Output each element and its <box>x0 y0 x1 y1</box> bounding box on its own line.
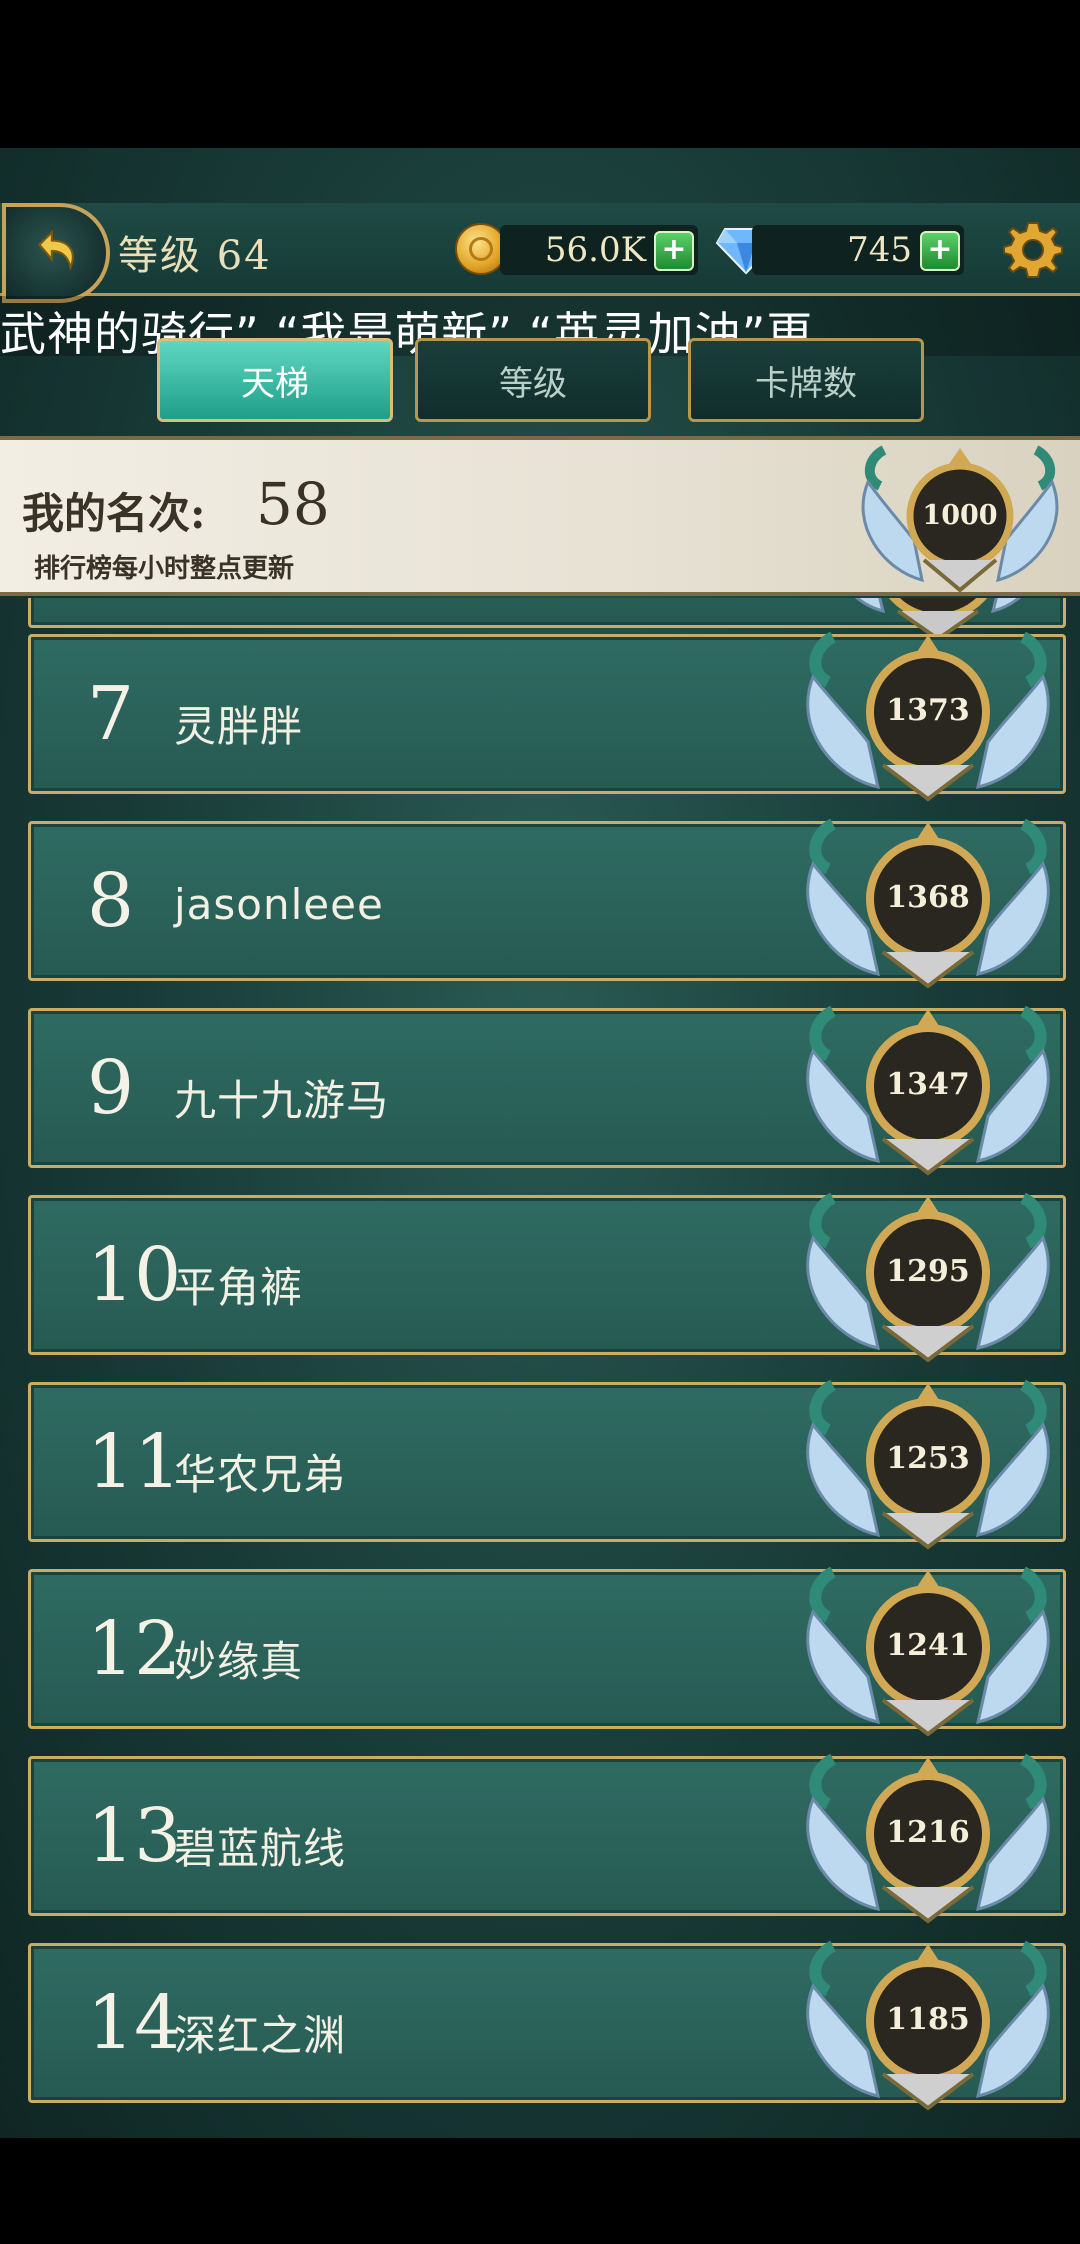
rating-score: 1253 <box>886 1441 970 1476</box>
tab-ladder[interactable]: 天梯 <box>157 338 393 422</box>
rank-badge: 1368 <box>793 814 1063 994</box>
player-level: 等级 64 <box>118 233 272 279</box>
rank-number: 14 <box>87 1980 182 2066</box>
player-name: 妙缘真 <box>174 1637 304 1686</box>
rating-score: 1185 <box>886 2002 970 2037</box>
table-row[interactable]: 8 jasonleee 1368 <box>28 818 1066 989</box>
tab-level[interactable]: 等级 <box>415 338 651 422</box>
table-row[interactable]: 13 碧蓝航线 1216 <box>28 1753 1066 1924</box>
rank-badge: 1373 <box>793 627 1063 807</box>
rank-badge: 1185 <box>793 1936 1063 2116</box>
rank-number: 11 <box>87 1419 182 1505</box>
rank-badge: 1241 <box>793 1562 1063 1742</box>
rating-score: 1347 <box>886 1067 970 1102</box>
table-row[interactable]: 9 九十九游马 1347 <box>28 1005 1066 1176</box>
player-name: jasonleee <box>174 880 384 929</box>
add-coins-button[interactable]: + <box>654 231 694 271</box>
update-note: 排行榜每小时整点更新 <box>34 554 295 584</box>
rank-number: 8 <box>87 858 135 944</box>
my-rating-score: 1000 <box>922 500 998 531</box>
rank-badge: 1347 <box>793 1001 1063 1181</box>
rank-badge: 1295 <box>793 1188 1063 1368</box>
back-button[interactable] <box>2 203 110 303</box>
player-name: 平角裤 <box>174 1263 304 1312</box>
player-name: 灵胖胖 <box>174 702 304 751</box>
rating-score: 1295 <box>886 1254 970 1289</box>
my-rank-label: 我的名次: <box>22 489 206 538</box>
navigation-bar-area <box>0 2138 1080 2244</box>
rating-score: 1368 <box>886 880 970 915</box>
rank-number: 7 <box>87 671 135 757</box>
my-rank-value: 58 <box>256 470 330 538</box>
add-gems-button[interactable]: + <box>920 231 960 271</box>
rank-number: 12 <box>87 1606 182 1692</box>
status-bar-area <box>0 0 1080 148</box>
my-rank-panel: 我的名次: 58 排行榜每小时整点更新 1000 <box>0 436 1080 596</box>
table-row[interactable] <box>28 598 1066 642</box>
player-name: 九十九游马 <box>174 1076 390 1125</box>
player-name: 深红之渊 <box>174 2011 347 2060</box>
rating-score: 1241 <box>886 1628 970 1663</box>
table-row[interactable]: 10 平角裤 1295 <box>28 1192 1066 1363</box>
tab-card-count[interactable]: 卡牌数 <box>688 338 924 422</box>
rank-number: 10 <box>87 1232 182 1318</box>
rating-score: 1373 <box>886 693 970 728</box>
table-row[interactable]: 14 深红之渊 1185 <box>28 1940 1066 2111</box>
rank-number: 9 <box>87 1045 135 1131</box>
table-row[interactable]: 7 灵胖胖 1373 <box>28 631 1066 802</box>
leaderboard-list[interactable]: 7 灵胖胖 1373 8 jasonleee 1368 9 九十九游马 1347… <box>0 598 1080 2138</box>
my-rank-badge: 1000 <box>850 440 1070 600</box>
rank-badge: 1216 <box>793 1749 1063 1929</box>
rank-badge: 1253 <box>793 1375 1063 1555</box>
rating-score: 1216 <box>886 1815 970 1850</box>
gear-icon[interactable] <box>1000 217 1066 283</box>
leaderboard-screen: 等级 64 56.0K + 745 + 武神的骑行” “我是萌新” “英灵加油”… <box>0 148 1080 2138</box>
table-row[interactable]: 12 妙缘真 1241 <box>28 1566 1066 1737</box>
rank-number: 13 <box>87 1793 182 1879</box>
back-arrow-icon <box>38 229 74 271</box>
player-name: 碧蓝航线 <box>174 1824 347 1873</box>
player-name: 华农兄弟 <box>174 1450 347 1499</box>
top-bar: 等级 64 56.0K + 745 + <box>0 203 1080 303</box>
table-row[interactable]: 11 华农兄弟 1253 <box>28 1379 1066 1550</box>
